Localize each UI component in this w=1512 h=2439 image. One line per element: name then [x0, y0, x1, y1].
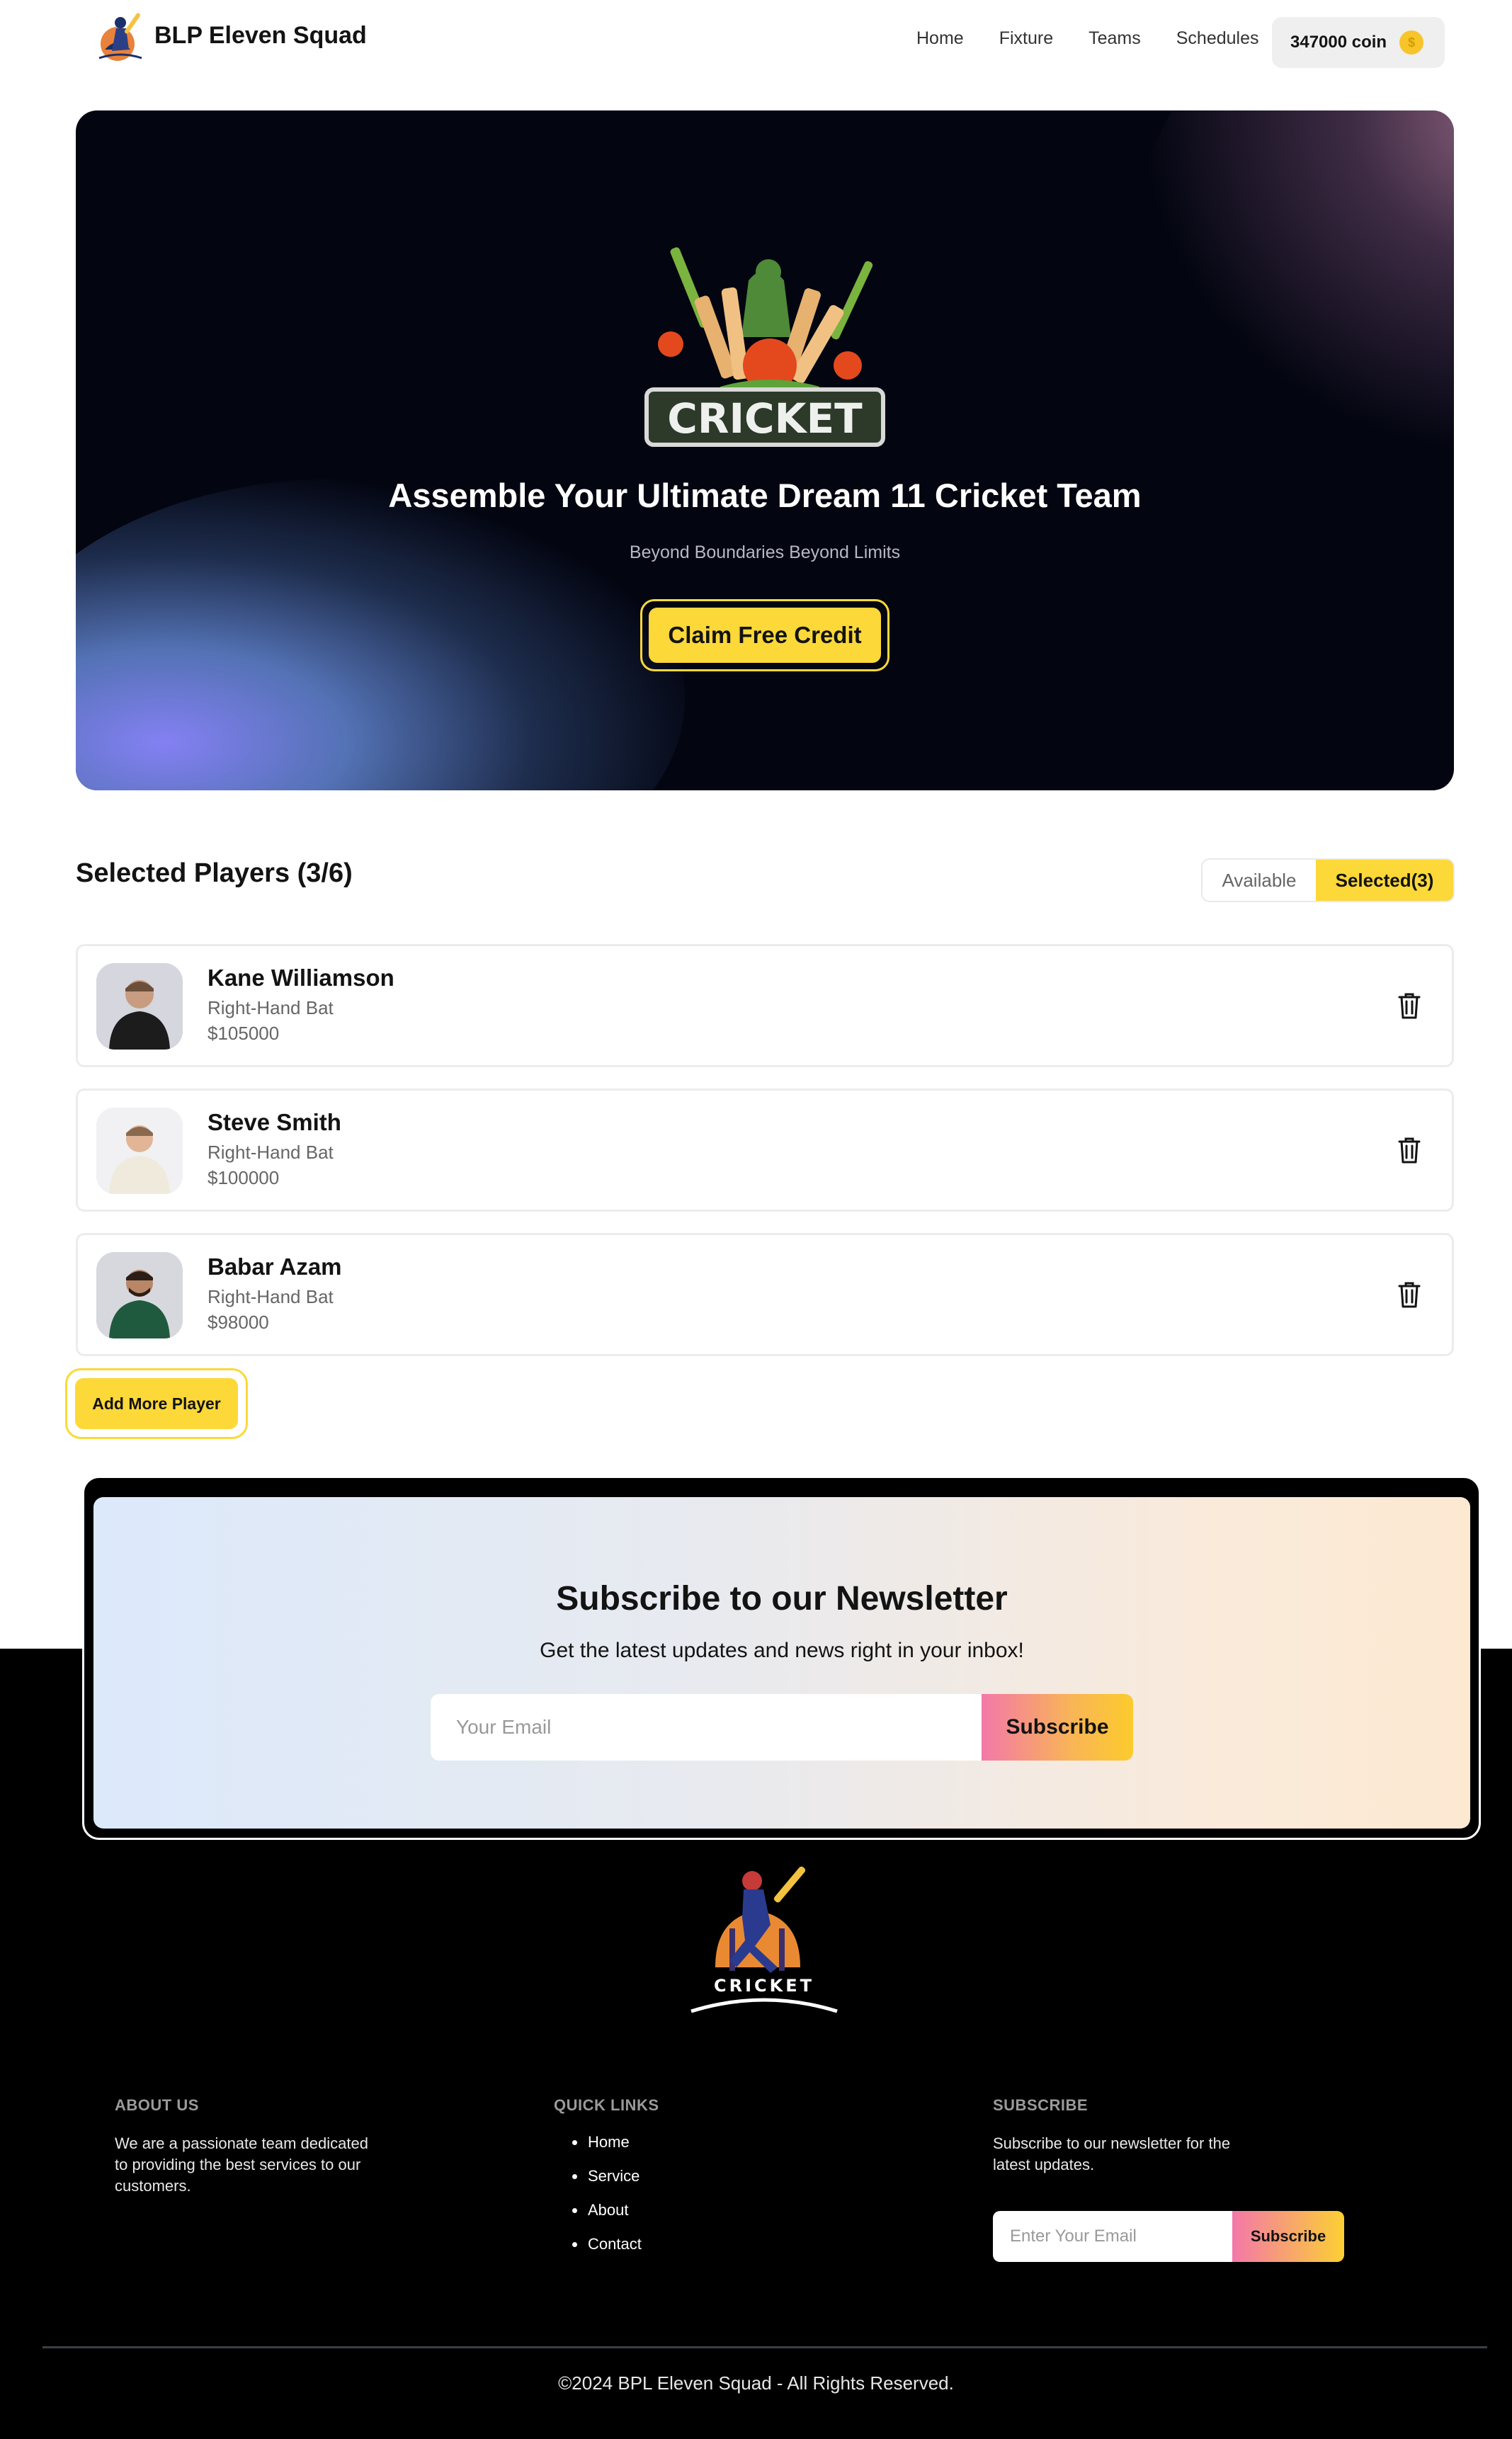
footer-link-about[interactable]: About	[554, 2200, 642, 2221]
hero-title: Assemble Your Ultimate Dream 11 Cricket …	[388, 477, 1142, 514]
subscribe-text: Subscribe to our newsletter for the late…	[993, 2134, 1231, 2173]
player-role: Right-Hand Bat	[208, 1286, 334, 1307]
player-card: Steve Smith Right-Hand Bat $100000	[76, 1088, 1454, 1212]
player-avatar	[96, 1108, 183, 1194]
brand[interactable]: BLP Eleven Squad	[92, 7, 367, 64]
about-heading: ABOUT US	[115, 2096, 199, 2114]
player-price: $100000	[208, 1167, 280, 1188]
cricket-logo-icon: CRICKET	[644, 247, 885, 447]
nav-schedules[interactable]: Schedules	[1176, 28, 1259, 49]
footer-link-service[interactable]: Service	[554, 2166, 642, 2187]
coin-icon: $	[1399, 30, 1424, 55]
footer-subscribe-button[interactable]: Subscribe	[1232, 2211, 1344, 2262]
nav-links: Home Fixture Teams Schedules	[916, 28, 1294, 49]
available-tab[interactable]: Available	[1203, 860, 1316, 901]
footer-divider	[42, 2346, 1487, 2348]
footer-link-contact[interactable]: Contact	[554, 2234, 642, 2255]
brand-name: BLP Eleven Squad	[154, 21, 367, 49]
nav-teams[interactable]: Teams	[1088, 28, 1141, 49]
player-name: Babar Azam	[208, 1253, 342, 1280]
trash-icon[interactable]	[1397, 1136, 1422, 1164]
player-avatar	[96, 1252, 183, 1338]
player-card: Kane Williamson Right-Hand Bat $105000	[76, 944, 1454, 1067]
newsletter-email-input[interactable]	[431, 1694, 982, 1761]
footer-email-input[interactable]	[993, 2211, 1234, 2262]
newsletter-subtitle: Get the latest updates and news right in…	[540, 1639, 1024, 1662]
player-price: $105000	[208, 1023, 280, 1044]
about-text: We are a passionate team dedicated to pr…	[115, 2134, 368, 2195]
footer-link-home[interactable]: Home	[554, 2132, 642, 2153]
trash-icon[interactable]	[1397, 1280, 1422, 1309]
player-name: Kane Williamson	[208, 965, 394, 991]
player-price: $98000	[208, 1312, 269, 1333]
selected-players-title: Selected Players (3/6)	[76, 858, 353, 888]
selected-tab[interactable]: Selected(3)	[1316, 860, 1453, 901]
quick-links-heading: QUICK LINKS	[554, 2096, 659, 2114]
batsman-logo-icon	[98, 13, 142, 61]
subscribe-heading: SUBSCRIBE	[993, 2096, 1088, 2114]
player-role: Right-Hand Bat	[208, 997, 334, 1018]
hero-subtitle: Beyond Boundaries Beyond Limits	[629, 542, 901, 562]
trash-icon[interactable]	[1397, 991, 1422, 1020]
coin-balance: 347000 coin $	[1272, 17, 1445, 68]
player-avatar	[96, 963, 183, 1050]
newsletter-title: Subscribe to our Newsletter	[556, 1580, 1008, 1618]
player-role: Right-Hand Bat	[208, 1142, 334, 1163]
view-toggle: Available Selected(3)	[1201, 858, 1455, 902]
navbar: BLP Eleven Squad Home Fixture Teams Sche…	[0, 0, 1512, 84]
nav-fixture[interactable]: Fixture	[999, 28, 1053, 49]
cricket-logo-text: CRICKET	[667, 394, 863, 443]
footer-cricket-logo-icon: CRICKET	[690, 1866, 838, 2013]
newsletter-subscribe-button[interactable]: Subscribe	[982, 1694, 1133, 1761]
player-name: Steve Smith	[208, 1109, 341, 1135]
copyright: ©2024 BPL Eleven Squad - All Rights Rese…	[558, 2372, 954, 2394]
claim-credit-wrapper: Claim Free Credit	[640, 599, 889, 671]
footer-logo-text: CRICKET	[714, 1976, 814, 1996]
newsletter-card: Subscribe to our Newsletter Get the late…	[93, 1497, 1470, 1829]
quick-links-list: Home Service About Contact	[554, 2132, 642, 2268]
nav-home[interactable]: Home	[916, 28, 964, 49]
coin-amount: 347000 coin	[1290, 33, 1387, 52]
player-card: Babar Azam Right-Hand Bat $98000	[76, 1233, 1454, 1356]
add-player-wrapper: Add More Player	[65, 1368, 248, 1439]
add-more-player-button[interactable]: Add More Player	[75, 1378, 238, 1429]
claim-credit-button[interactable]: Claim Free Credit	[649, 608, 881, 663]
hero-banner: CRICKET Assemble Your Ultimate Dream 11 …	[76, 110, 1454, 790]
